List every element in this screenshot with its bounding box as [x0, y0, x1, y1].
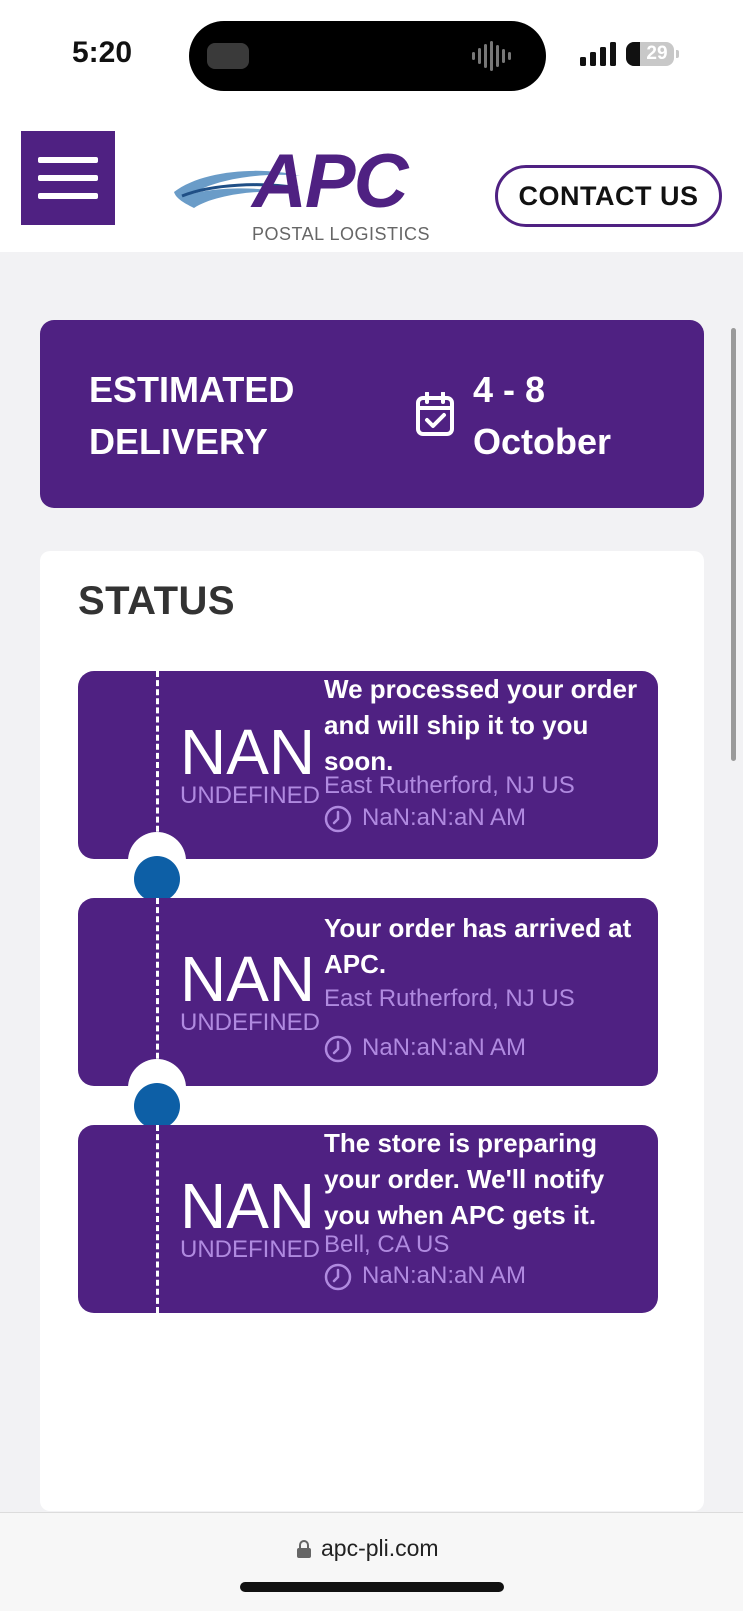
- event-location: East Rutherford, NJ US: [324, 985, 575, 1012]
- contact-us-button[interactable]: CONTACT US: [495, 165, 722, 227]
- event-time-text: NaN:aN:aN AM: [362, 1034, 527, 1061]
- hamburger-menu-button[interactable]: [21, 131, 115, 225]
- status-event: NAN UNDEFINED The store is preparing you…: [78, 1125, 658, 1313]
- event-time: NaN:aN:aN AM: [324, 803, 526, 833]
- clock-time: 5:20: [72, 36, 133, 69]
- battery-percentage: 29: [646, 43, 668, 64]
- estimated-delivery-card: ESTIMATED DELIVERY 4 - 8 October: [40, 320, 704, 508]
- site-header: APC POSTAL LOGISTICS CONTACT US: [0, 110, 743, 252]
- battery-icon: 29: [626, 42, 679, 66]
- event-description: We processed your order and will ship it…: [324, 674, 638, 776]
- event-time-text: NaN:aN:aN AM: [362, 1262, 527, 1289]
- estimated-delivery-label: ESTIMATED DELIVERY: [89, 369, 295, 462]
- timeline-line: [156, 671, 159, 859]
- status-title: STATUS: [78, 579, 236, 623]
- page-scrollbar[interactable]: [731, 328, 736, 761]
- event-description: Your order has arrived at APC.: [324, 913, 632, 979]
- event-day: NAN: [180, 943, 316, 1015]
- event-location: Bell, CA US: [324, 1231, 450, 1258]
- home-indicator[interactable]: [240, 1582, 504, 1592]
- dynamic-island: [189, 21, 546, 91]
- url-text[interactable]: apc-pli.com: [321, 1535, 439, 1562]
- event-month: UNDEFINED: [180, 1009, 321, 1036]
- clock-icon: [324, 1035, 352, 1062]
- cellular-signal-icon: [580, 42, 616, 66]
- apc-logo[interactable]: APC POSTAL LOGISTICS: [172, 139, 462, 244]
- status-event: NAN UNDEFINED Your order has arrived at …: [78, 898, 658, 1086]
- live-activity-thumbnail: [207, 43, 249, 69]
- calendar-check-icon: [416, 392, 454, 436]
- status-bar: 5:20 29: [0, 0, 743, 110]
- event-day: NAN: [180, 1170, 316, 1242]
- event-day: NAN: [180, 716, 316, 788]
- status-card: STATUS NAN UNDEFINED We processed your o…: [40, 551, 704, 1511]
- timeline-line: [156, 898, 159, 1086]
- event-month: UNDEFINED: [180, 782, 321, 809]
- event-month: UNDEFINED: [180, 1236, 321, 1263]
- event-time: NaN:aN:aN AM: [324, 1261, 526, 1291]
- clock-icon: [324, 805, 352, 832]
- event-time-text: NaN:aN:aN AM: [362, 804, 527, 831]
- clock-icon: [324, 1263, 352, 1290]
- event-location: East Rutherford, NJ US: [324, 772, 575, 799]
- browser-url-bar[interactable]: apc-pli.com: [0, 1512, 743, 1611]
- audio-wave-icon: [472, 41, 511, 71]
- event-description: The store is preparing your order. We'll…: [324, 1128, 605, 1230]
- estimated-delivery-date: 4 - 8 October: [473, 369, 612, 462]
- event-time: NaN:aN:aN AM: [324, 1033, 526, 1063]
- timeline-line: [156, 1125, 159, 1313]
- logo-subtitle: POSTAL LOGISTICS: [252, 224, 431, 244]
- logo-wordmark: APC: [252, 139, 408, 224]
- lock-icon: [297, 1540, 311, 1558]
- status-event: NAN UNDEFINED We processed your order an…: [78, 671, 658, 859]
